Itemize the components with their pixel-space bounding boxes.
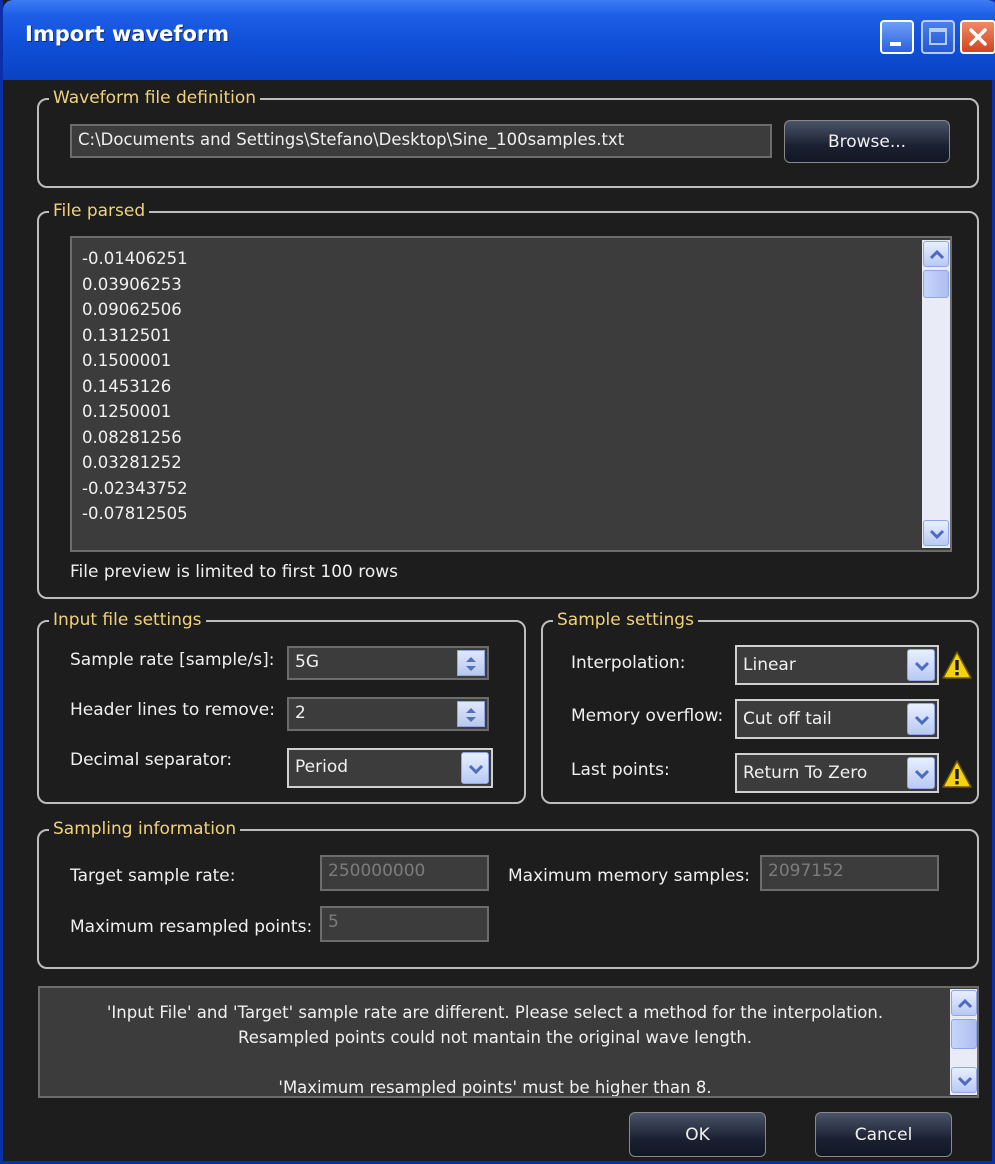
ok-button[interactable]: OK (629, 1112, 766, 1157)
max-memory-samples-label: Maximum memory samples: (508, 866, 750, 886)
warning-icon (942, 760, 972, 788)
parsed-values-list[interactable]: -0.01406251 0.03906253 0.09062506 0.1312… (70, 236, 952, 552)
chevron-down-icon (957, 1076, 973, 1087)
max-resampled-points-field: 5 (320, 906, 489, 942)
list-item: 0.03906253 (82, 274, 182, 294)
interpolation-dropdown-button[interactable] (907, 649, 935, 681)
input-file-settings-group-label: Input file settings (49, 609, 206, 631)
scroll-up-button[interactable] (951, 990, 977, 1016)
last-points-select[interactable]: Return To Zero (735, 753, 939, 793)
last-points-dropdown-button[interactable] (907, 757, 935, 789)
interpolation-label: Interpolation: (571, 653, 686, 673)
header-lines-label: Header lines to remove: (70, 700, 275, 720)
close-icon (969, 28, 987, 46)
memory-overflow-select[interactable]: Cut off tail (735, 699, 939, 739)
sample-rate-label: Sample rate [sample/s]: (70, 650, 275, 670)
interpolation-value: Linear (743, 655, 796, 675)
target-sample-rate-label: Target sample rate: (70, 866, 236, 886)
list-item: 0.1453126 (82, 376, 172, 396)
list-item: -0.01406251 (82, 249, 188, 268)
list-item: 0.03281252 (82, 453, 182, 472)
message-scrollbar[interactable] (950, 989, 977, 1095)
file-preview-note: File preview is limited to first 100 row… (70, 562, 399, 582)
parsed-values-rows: -0.01406251 0.03906253 0.09062506 0.1312… (82, 246, 188, 527)
sampling-information-group-label: Sampling information (49, 818, 241, 840)
maximize-button[interactable] (921, 20, 955, 54)
sample-rate-spinner[interactable] (457, 650, 485, 676)
list-item: 0.09062506 (82, 300, 182, 319)
sample-rate-value: 5G (295, 652, 319, 672)
list-item: 0.08281256 (82, 427, 182, 447)
chevron-down-icon (914, 661, 930, 672)
list-item: -0.02343752 (82, 478, 188, 498)
chevron-down-icon (929, 529, 945, 540)
maximize-icon (929, 28, 947, 45)
scroll-up-button[interactable] (923, 241, 949, 267)
decimal-separator-value: Period (295, 757, 349, 777)
title-bar[interactable]: Import waveform (3, 0, 995, 80)
chevron-down-icon (468, 764, 484, 775)
memory-overflow-dropdown-button[interactable] (907, 703, 935, 735)
last-points-label: Last points: (571, 760, 670, 780)
sample-rate-field[interactable]: 5G (287, 646, 489, 680)
waveform-file-group-label: Waveform file definition (49, 87, 261, 109)
chevron-up-icon (957, 998, 973, 1009)
target-sample-rate-field: 250000000 (320, 855, 489, 891)
memory-overflow-label: Memory overflow: (571, 706, 724, 726)
chevron-down-icon (914, 769, 930, 780)
message-line: 'Input File' and 'Target' sample rate ar… (106, 1003, 884, 1022)
interpolation-select[interactable]: Linear (735, 645, 939, 685)
import-waveform-dialog: Import waveform Waveform file definition… (0, 0, 995, 1164)
message-line: Resampled points could not mantain the o… (237, 1028, 753, 1047)
close-button[interactable] (960, 20, 995, 54)
list-item: 0.1250001 (82, 402, 172, 421)
minimize-button[interactable] (880, 20, 914, 54)
minimize-icon (890, 42, 901, 46)
scroll-thumb[interactable] (951, 1019, 977, 1049)
chevron-down-icon (914, 715, 930, 726)
chevron-up-icon (929, 249, 945, 260)
last-points-value: Return To Zero (743, 763, 868, 783)
spin-arrows-icon (466, 708, 476, 722)
spin-arrows-icon (466, 657, 476, 671)
message-line: 'Maximum resampled points' must be highe… (278, 1078, 712, 1097)
message-area[interactable]: 'Input File' and 'Target' sample rate ar… (38, 986, 979, 1098)
header-lines-value: 2 (295, 703, 306, 723)
list-item: -0.07812505 (82, 504, 188, 523)
window-title: Import waveform (25, 22, 230, 46)
waveform-file-path-field[interactable]: C:\Documents and Settings\Stefano\Deskto… (70, 124, 772, 158)
browse-button[interactable]: Browse... (784, 120, 950, 163)
parsed-list-scrollbar[interactable] (922, 240, 950, 548)
decimal-separator-label: Decimal separator: (70, 750, 233, 770)
header-lines-field[interactable]: 2 (287, 697, 489, 731)
message-lines: 'Input File' and 'Target' sample rate ar… (40, 1000, 950, 1097)
scroll-down-button[interactable] (951, 1067, 977, 1093)
memory-overflow-value: Cut off tail (743, 709, 832, 729)
file-parsed-group-label: File parsed (49, 200, 150, 222)
decimal-separator-select[interactable]: Period (287, 748, 493, 788)
sampling-information-group: Sampling information (37, 818, 979, 969)
cancel-button[interactable]: Cancel (815, 1112, 952, 1157)
list-item: 0.1500001 (82, 351, 172, 370)
header-lines-spinner[interactable] (457, 701, 485, 727)
scroll-down-button[interactable] (923, 520, 949, 546)
decimal-separator-dropdown-button[interactable] (461, 752, 489, 784)
warning-icon (942, 651, 972, 679)
scroll-thumb[interactable] (923, 270, 949, 298)
message-line (40, 1050, 950, 1075)
sample-settings-group-label: Sample settings (553, 609, 698, 631)
max-memory-samples-field: 2097152 (760, 855, 939, 891)
list-item: 0.1312501 (82, 325, 172, 345)
max-resampled-points-label: Maximum resampled points: (70, 917, 313, 937)
